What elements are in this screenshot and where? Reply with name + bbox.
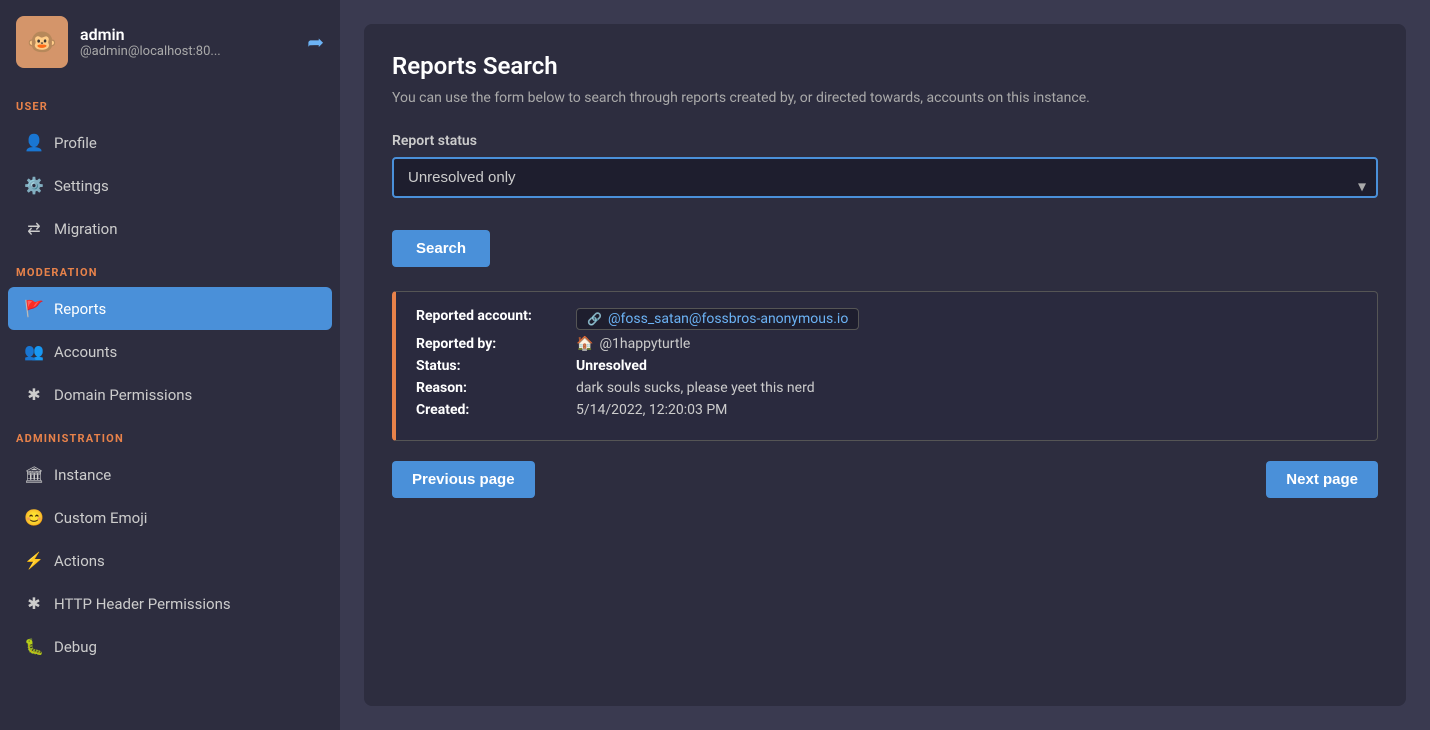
custom-emoji-icon: 😊 [24, 508, 44, 527]
sidebar-item-settings[interactable]: ⚙️ Settings [8, 164, 332, 207]
reported-by-value: 🏠 @1happyturtle [576, 336, 690, 352]
sidebar-item-actions[interactable]: ⚡ Actions [8, 539, 332, 582]
reported-account-value: @foss_satan@fossbros-anonymous.io [608, 311, 848, 327]
user-handle: @admin@localhost:80... [80, 44, 221, 59]
profile-icon: 👤 [24, 133, 44, 152]
report-card: Reported account: 🔗 @foss_satan@fossbros… [392, 291, 1378, 441]
sidebar-item-label-domain-permissions: Domain Permissions [54, 386, 192, 404]
reported-by-handle: @1happyturtle [599, 336, 690, 352]
status-select-wrapper: Unresolved only All Resolved only ▾ [392, 157, 1378, 214]
created-label: Created: [416, 402, 576, 418]
external-link-icon: 🔗 [587, 312, 602, 326]
sidebar-item-instance[interactable]: 🏛 Instance [8, 453, 332, 496]
next-page-button[interactable]: Next page [1266, 461, 1378, 498]
sidebar-item-label-reports: Reports [54, 300, 106, 318]
status-value: Unresolved [576, 358, 647, 374]
http-header-icon: ✱ [24, 594, 44, 613]
report-row-by: Reported by: 🏠 @1happyturtle [416, 336, 1357, 352]
status-label: Report status [392, 133, 1378, 149]
created-value: 5/14/2022, 12:20:03 PM [576, 402, 727, 418]
reason-value: dark souls sucks, please yeet this nerd [576, 380, 815, 396]
sidebar-item-label-instance: Instance [54, 466, 111, 484]
reported-account-link[interactable]: 🔗 @foss_satan@fossbros-anonymous.io [576, 308, 859, 330]
instance-icon: 🏛 [24, 465, 44, 484]
report-row-account: Reported account: 🔗 @foss_satan@fossbros… [416, 308, 1357, 330]
page-description: You can use the form below to search thr… [392, 88, 1378, 109]
sidebar-item-debug[interactable]: 🐛 Debug [8, 625, 332, 668]
accounts-icon: 👥 [24, 342, 44, 361]
sidebar-item-label-accounts: Accounts [54, 343, 117, 361]
pagination: Previous page Next page [392, 461, 1378, 498]
user-header: 🐵 admin @admin@localhost:80... ➦ [0, 0, 340, 84]
sidebar-item-label-custom-emoji: Custom Emoji [54, 509, 147, 527]
sidebar-item-domain-permissions[interactable]: ✱ Domain Permissions [8, 373, 332, 416]
page-title: Reports Search [392, 52, 1378, 80]
domain-permissions-icon: ✱ [24, 385, 44, 404]
main-content: Reports Search You can use the form belo… [340, 0, 1430, 730]
debug-icon: 🐛 [24, 637, 44, 656]
report-row-created: Created: 5/14/2022, 12:20:03 PM [416, 402, 1357, 418]
previous-page-button[interactable]: Previous page [392, 461, 535, 498]
user-section-label: USER [0, 84, 340, 121]
sidebar-item-accounts[interactable]: 👥 Accounts [8, 330, 332, 373]
user-info: admin @admin@localhost:80... [80, 25, 221, 59]
reported-account-label: Reported account: [416, 308, 576, 324]
sidebar: 🐵 admin @admin@localhost:80... ➦ USER 👤 … [0, 0, 340, 730]
settings-icon: ⚙️ [24, 176, 44, 195]
reason-label: Reason: [416, 380, 576, 396]
reports-icon: 🚩 [24, 299, 44, 318]
sidebar-item-label-debug: Debug [54, 638, 97, 656]
reported-by-label: Reported by: [416, 336, 576, 352]
content-card: Reports Search You can use the form belo… [364, 24, 1406, 706]
status-select[interactable]: Unresolved only All Resolved only [392, 157, 1378, 198]
actions-icon: ⚡ [24, 551, 44, 570]
home-icon: 🏠 [576, 336, 593, 352]
sidebar-item-label-http-header: HTTP Header Permissions [54, 595, 231, 613]
sidebar-item-label-migration: Migration [54, 220, 118, 238]
search-button[interactable]: Search [392, 230, 490, 267]
sidebar-item-http-header-permissions[interactable]: ✱ HTTP Header Permissions [8, 582, 332, 625]
avatar: 🐵 [16, 16, 68, 68]
sidebar-item-label-profile: Profile [54, 134, 97, 152]
user-name: admin [80, 25, 221, 44]
moderation-section-label: MODERATION [0, 250, 340, 287]
administration-section-label: ADMINISTRATION [0, 416, 340, 453]
sidebar-item-reports[interactable]: 🚩 Reports [8, 287, 332, 330]
report-row-status: Status: Unresolved [416, 358, 1357, 374]
sidebar-item-label-settings: Settings [54, 177, 109, 195]
sidebar-item-label-actions: Actions [54, 552, 105, 570]
status-field-label: Status: [416, 358, 576, 374]
sidebar-item-custom-emoji[interactable]: 😊 Custom Emoji [8, 496, 332, 539]
sidebar-item-migration[interactable]: ⇄ Migration [8, 207, 332, 250]
report-row-reason: Reason: dark souls sucks, please yeet th… [416, 380, 1357, 396]
sidebar-item-profile[interactable]: 👤 Profile [8, 121, 332, 164]
logout-icon[interactable]: ➦ [307, 30, 324, 54]
migration-icon: ⇄ [24, 219, 44, 238]
